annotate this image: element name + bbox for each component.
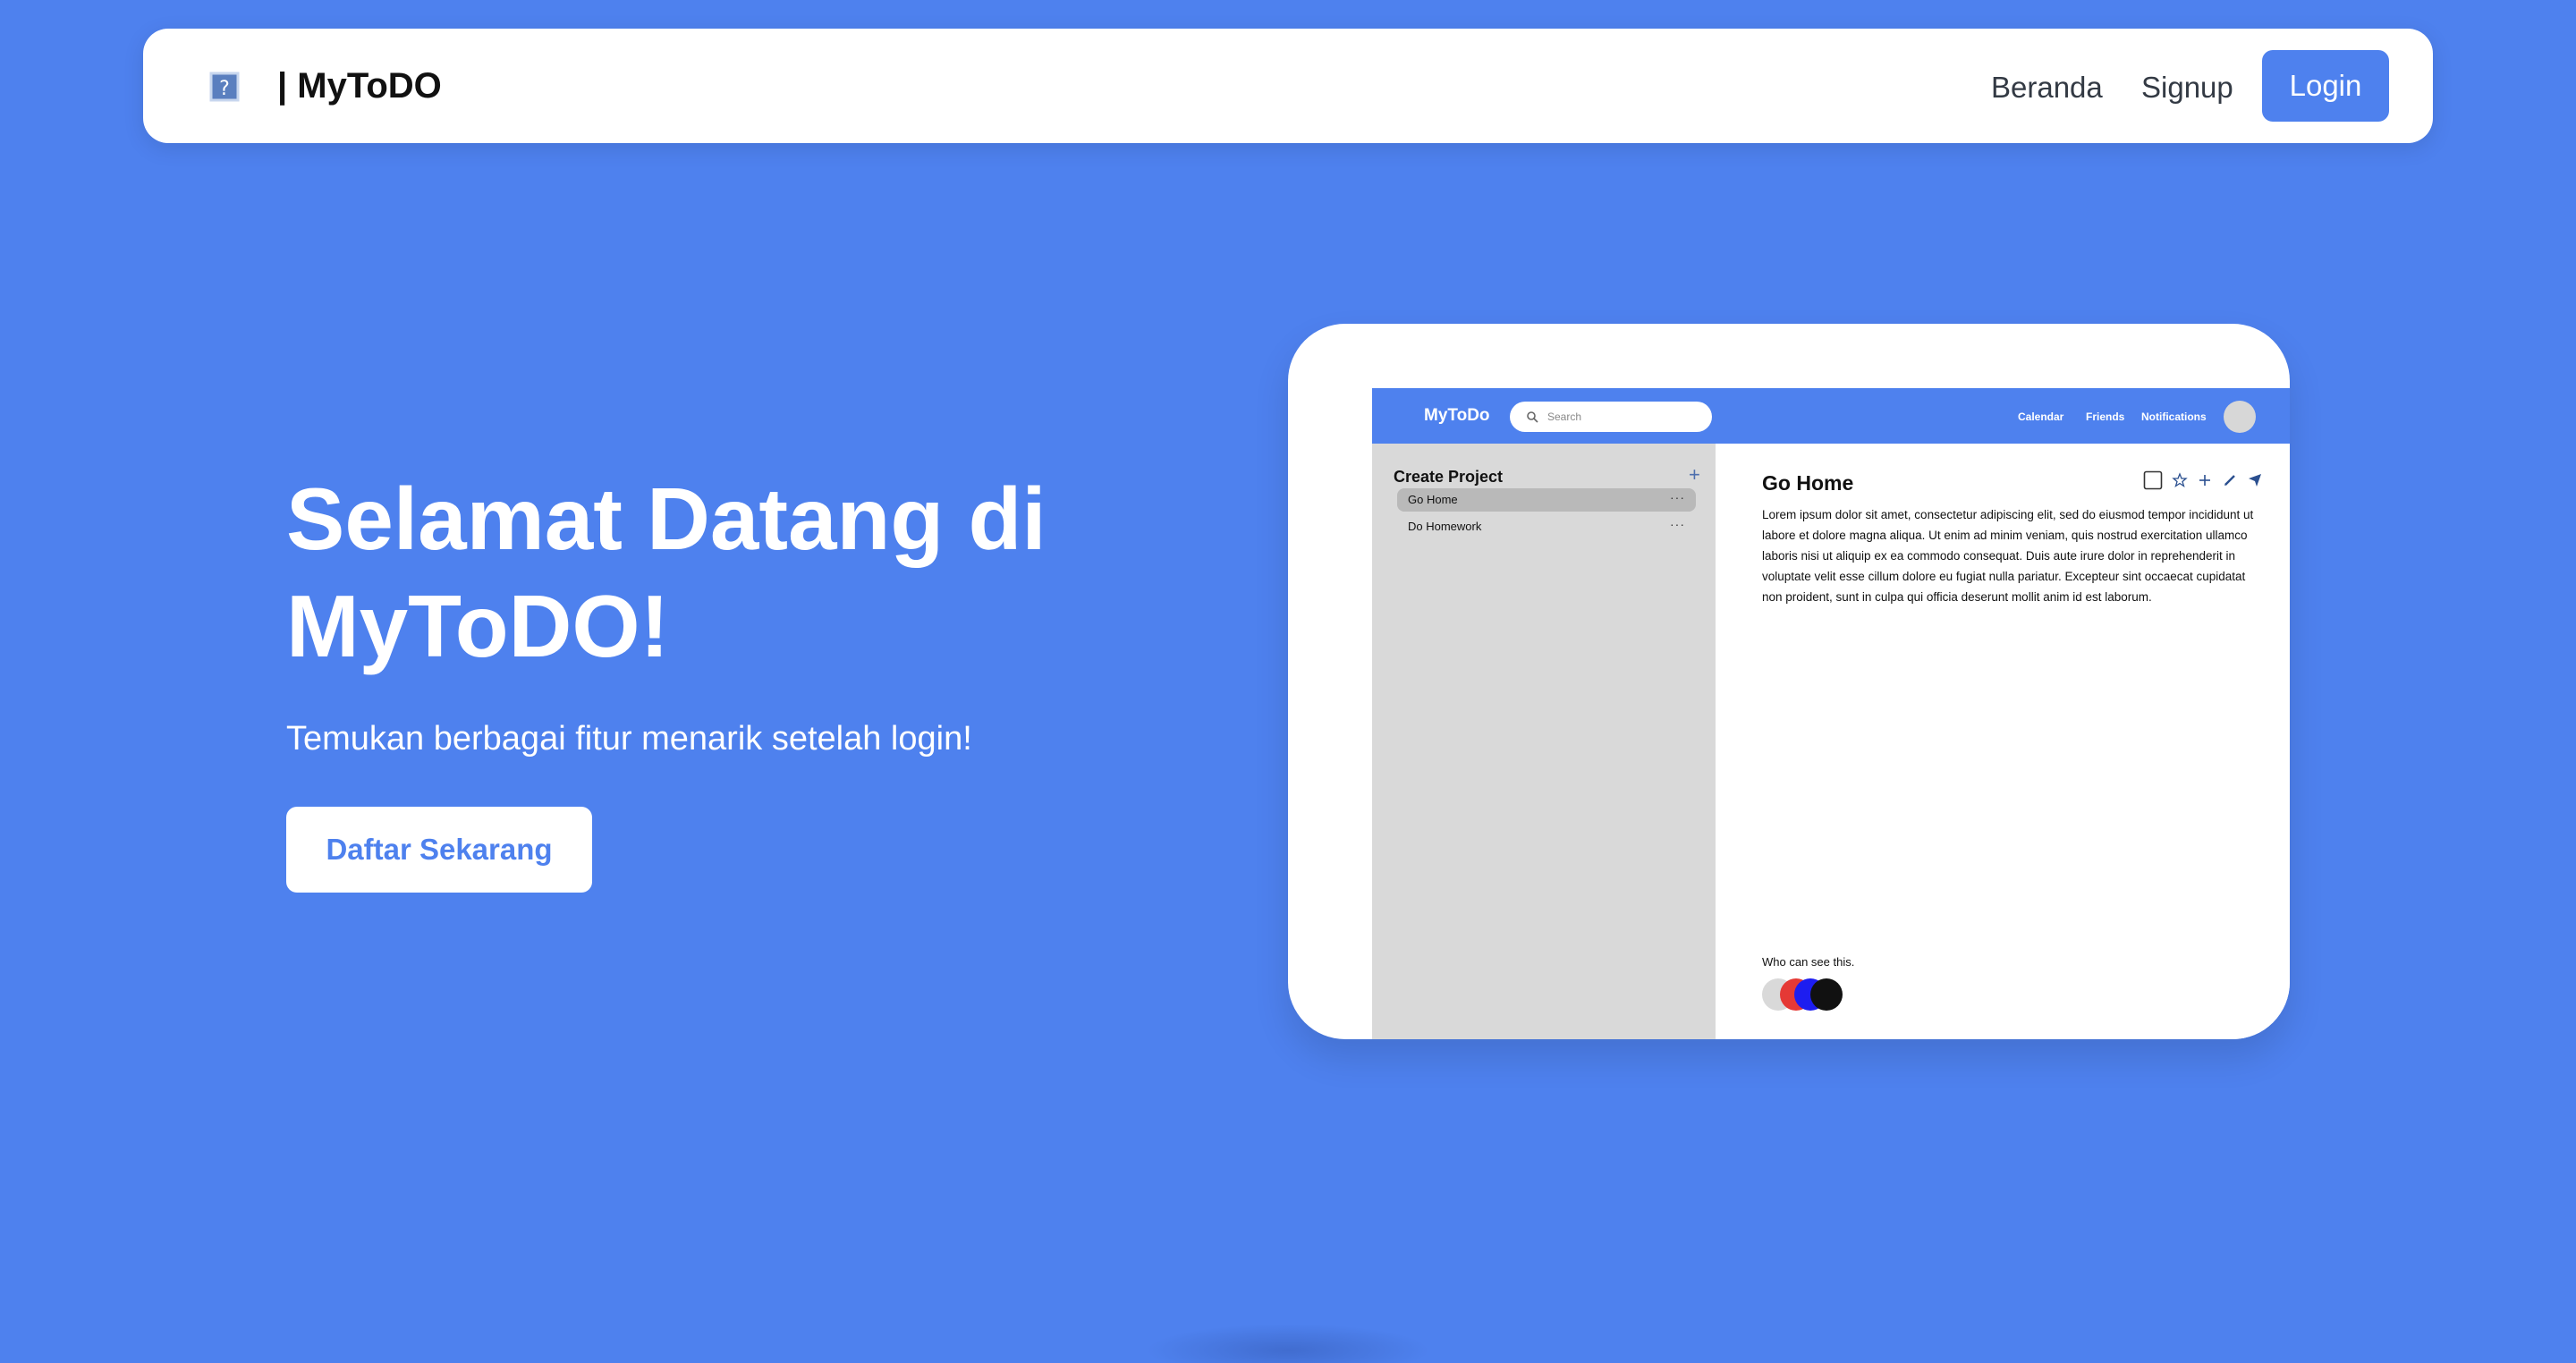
preview-avatar bbox=[2224, 401, 2256, 433]
preview-visibility-label: Who can see this. bbox=[1762, 955, 1855, 969]
star-icon bbox=[2172, 472, 2188, 488]
preview-search-bar: Search bbox=[1510, 402, 1712, 432]
send-icon bbox=[2249, 474, 2261, 487]
plus-icon: + bbox=[1689, 463, 1700, 486]
preview-task-description: Lorem ipsum dolor sit amet, consectetur … bbox=[1762, 508, 2254, 604]
pencil-icon bbox=[2224, 475, 2235, 486]
preview-task-title: Go Home bbox=[1762, 471, 1854, 495]
app-preview-screenshot: MyToDo Search Calendar Friends Notificat… bbox=[1372, 388, 2290, 1039]
brand-title[interactable]: | MyToDO bbox=[277, 63, 442, 109]
preview-project-label: Go Home bbox=[1408, 493, 1458, 506]
plus-icon bbox=[2199, 475, 2210, 486]
svg-text:?: ? bbox=[219, 78, 230, 100]
preview-project-label: Do Homework bbox=[1408, 520, 1482, 533]
preview-nav-friends: Friends bbox=[2086, 411, 2125, 423]
preview-viewer-avatars bbox=[1762, 978, 1869, 1014]
login-button[interactable]: Login bbox=[2262, 50, 2389, 122]
preview-brand: MyToDo bbox=[1424, 406, 1490, 425]
preview-project-item: Do Homework ··· bbox=[1397, 515, 1696, 538]
more-dots-icon: ··· bbox=[1670, 490, 1685, 504]
preview-nav-notifications: Notifications bbox=[2141, 411, 2207, 423]
nav-link-beranda[interactable]: Beranda bbox=[1991, 64, 2103, 111]
register-now-button[interactable]: Daftar Sekarang bbox=[286, 807, 592, 893]
nav-link-signup[interactable]: Signup bbox=[2141, 64, 2233, 111]
checkbox-icon bbox=[2143, 470, 2163, 490]
more-dots-icon: ··· bbox=[1670, 517, 1685, 531]
decorative-shadow bbox=[1145, 1324, 1431, 1363]
preview-search-placeholder: Search bbox=[1547, 411, 1582, 423]
preview-nav-calendar: Calendar bbox=[2018, 411, 2064, 423]
preview-task-toolbar bbox=[2143, 469, 2277, 494]
preview-sidebar: Create Project + Go Home ··· Do Homework… bbox=[1372, 444, 1716, 1039]
preview-sidebar-title: Create Project bbox=[1394, 468, 1504, 486]
hero-title: Selamat Datang di MyToDO! bbox=[286, 470, 1046, 675]
preview-topbar: MyToDo Search Calendar Friends Notificat… bbox=[1372, 388, 2290, 444]
app-preview-card: MyToDo Search Calendar Friends Notificat… bbox=[1288, 324, 2290, 1039]
hero-subtitle: Temukan berbagai fitur menarik setelah l… bbox=[286, 720, 972, 758]
search-icon bbox=[1527, 411, 1538, 423]
broken-image-icon: ? bbox=[209, 72, 240, 102]
preview-project-item: Go Home ··· bbox=[1397, 488, 1696, 512]
viewer-avatar bbox=[1810, 978, 1843, 1011]
navbar: ? | MyToDO Beranda Signup Login bbox=[143, 29, 2433, 143]
